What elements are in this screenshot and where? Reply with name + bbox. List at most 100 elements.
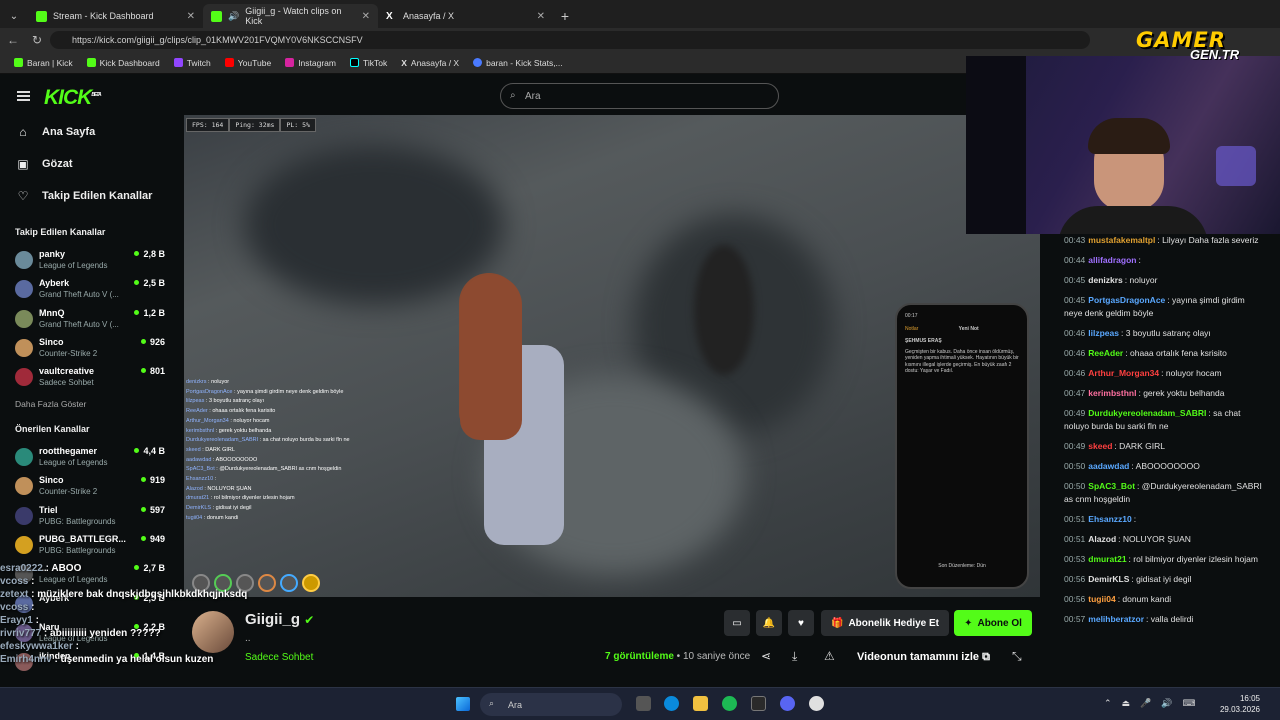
tiktok-icon [349,58,359,67]
start-icon[interactable] [456,697,470,711]
speaker-icon[interactable]: 🔊 [228,11,239,22]
chat-timestamp: 00:46 [1064,348,1086,358]
close-icon[interactable]: ✕ [187,11,195,22]
subscribe-button[interactable]: ✦ Abone Ol [954,610,1032,636]
file-explorer-icon[interactable] [693,696,708,711]
url-field[interactable]: https://kick.com/giigii_g/clips/clip_01K… [50,31,1090,49]
chat-username[interactable]: SpAC3_Bot [1088,481,1135,491]
bookmark-youtube[interactable]: YouTube [224,58,271,68]
system-tray-icons[interactable]: ⌃⏏🎤🔊⌨ [1104,698,1205,709]
close-icon[interactable]: ✕ [537,11,545,22]
tab-kick-dashboard[interactable]: Stream - Kick Dashboard ✕ [28,4,203,28]
chat-username[interactable]: allifadragon [1088,255,1136,265]
theater-mode-button[interactable]: ▭ [724,610,750,636]
channel-item[interactable]: Sinco Counter-Strike 2 926 [15,335,165,361]
channel-item[interactable]: Sinco Counter-Strike 2 919 [15,473,165,499]
chat-username[interactable]: ReeAder [1088,348,1123,358]
channel-item[interactable]: Triel PUBG: Battlegrounds 597 [15,503,165,529]
clip-info-bar: Giigii_g ✔ .. Sadece Sohbet ▭ 🔔 ♥ 🎁 Abone… [184,597,1040,687]
chat-username[interactable]: mustafakemaltpl [1088,235,1155,245]
notification-button[interactable]: 🔔 [756,610,782,636]
ingame-chat-user: denizkrs [186,379,207,385]
channel-category: Counter-Strike 2 [39,487,98,497]
chat-username[interactable]: dmurat21 [1088,554,1126,564]
overlay-chat-line: Erayy1 : [0,614,247,627]
new-tab-button[interactable]: + [553,4,577,28]
chat-username[interactable]: tugii04 [1088,594,1115,604]
channel-category: League of Legends [39,261,108,270]
ingame-chat-line: dmurat21 : rol bilmiyor diyenler izlesin… [186,494,350,504]
bookmark-baran-kick[interactable]: Baran | Kick [14,58,73,68]
collapse-icon[interactable]: ⤡ [1012,649,1022,664]
chat-username[interactable]: denizkrs [1088,275,1123,285]
app-icon[interactable] [751,696,766,711]
channel-name[interactable]: Giigii_g ✔ [245,611,314,628]
search-input[interactable]: ⌕ Ara [500,83,779,109]
ingame-phone: 00:17 Notlar Yeni Not ŞEHMUS ERAŞ Geçmişt… [895,303,1029,589]
clip-video-player[interactable]: FPS: 164 Ping: 32ms PL: 5% denizkrs : nolu… [184,115,1040,597]
bookmark-label: Twitch [186,57,211,68]
reload-icon[interactable]: ↻ [26,33,48,47]
channel-item[interactable]: MnnQ Grand Theft Auto V (... 1,2 B [15,306,165,332]
chat-username[interactable]: Alazod [1088,534,1116,544]
chat-text: ABOOOOOOOO [1135,461,1200,471]
kick-logo[interactable]: KICKBETA [44,86,102,110]
bookmark-tiktok[interactable]: TikTok [349,58,387,68]
chat-username[interactable]: lilzpeas [1088,328,1119,338]
ingame-chat-line: SpAC3_Bot : @Durdukyereolenadam_SABRI as… [186,465,350,475]
chat-username[interactable]: aadawdad [1088,461,1129,471]
back-icon[interactable]: ← [0,33,26,47]
report-icon[interactable]: ⚠ [824,649,835,663]
menu-icon[interactable] [17,91,30,101]
chat-timestamp: 00:49 [1064,408,1086,418]
chrome-icon[interactable] [809,696,824,711]
channel-item[interactable]: vaultcreative Sadece Sohbet 801 [15,364,165,390]
taskbar-clock[interactable]: 16:05 29.03.2026 [1220,693,1260,715]
gift-icon: 🎁 [830,617,844,629]
discord-icon[interactable] [780,696,795,711]
tab-list-button[interactable]: ⌄ [0,4,28,28]
bookmark-twitch[interactable]: Twitch [173,57,211,68]
channel-name: Sinco [39,336,64,347]
download-icon[interactable]: ⤓ [792,649,797,664]
task-view-icon[interactable] [636,696,651,711]
overlay-chat-sep: : [41,628,51,639]
chat-text: ohaaa ortalık fena ksrisito [1129,348,1227,358]
chat-username[interactable]: Ehsanzz10 [1088,514,1131,524]
nav-following[interactable]: ♡ Takip Edilen Kanallar [16,189,153,203]
channel-name: MnnQ [39,307,65,318]
channel-category: PUBG: Battlegrounds [39,545,116,555]
channel-item[interactable]: rootthegamer League of Legends 4,4 B [15,444,165,470]
chat-username[interactable]: Durdukyereolenadam_SABRI [1088,408,1206,418]
chat-username[interactable]: PortgasDragonAce [1088,295,1165,305]
close-icon[interactable]: ✕ [362,11,370,22]
bookmark-kick-dashboard[interactable]: Kick Dashboard [86,58,160,68]
viewer-count: 919 [141,475,165,485]
follow-button[interactable]: ♥ [788,610,814,636]
share-icon[interactable]: ⋖ [761,649,771,663]
chat-username[interactable]: DemirKLS [1088,574,1129,584]
taskbar-search[interactable]: ⌕ Ara [480,693,622,716]
tab-giigii-clips[interactable]: 🔊 Giigii_g - Watch clips on Kick ✕ [203,4,378,28]
chat-username[interactable]: Arthur_Morgan34 [1088,368,1159,378]
bookmark-kick-stats[interactable]: baran - Kick Stats,... [473,58,563,68]
watch-full-video-link[interactable]: Videonun tamamını izle ⧉ [857,651,990,664]
channel-category[interactable]: Sadece Sohbet [245,652,313,663]
chat-username[interactable]: melihberatzor [1088,614,1144,624]
bookmark-x[interactable]: X Anasayfa / X [401,58,459,68]
hud-stamina-icon [302,574,320,592]
spotify-icon[interactable] [722,696,737,711]
chat-colon: : [1133,514,1137,524]
gift-sub-button[interactable]: 🎁 Abonelik Hediye Et [821,610,949,636]
chat-username[interactable]: skeed [1088,441,1112,451]
channel-item[interactable]: PUBG_BATTLEGR... PUBG: Battlegrounds 949 [15,532,165,558]
nav-browse[interactable]: ▣ Gözat [16,157,72,171]
channel-item[interactable]: panky League of Legends 2,8 B [15,247,165,273]
show-more-link[interactable]: Daha Fazla Göster [15,399,86,409]
edge-icon[interactable] [664,696,679,711]
channel-item[interactable]: Ayberk Grand Theft Auto V (... 2,5 B [15,276,165,302]
chat-username[interactable]: kerimbsthnl [1088,388,1136,398]
nav-home[interactable]: ⌂ Ana Sayfa [16,125,95,139]
bookmark-instagram[interactable]: Instagram [285,58,336,68]
tab-x-home[interactable]: X Anasayfa / X ✕ [378,4,553,28]
